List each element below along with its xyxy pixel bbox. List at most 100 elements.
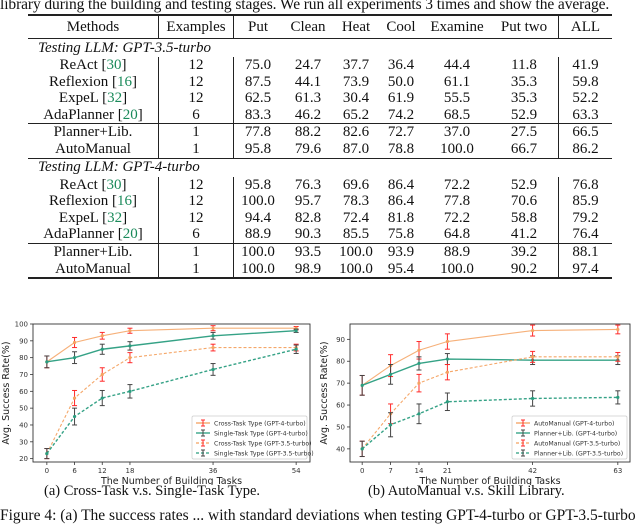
method-name: AdaPlanner — [43, 226, 115, 243]
y-tick-label: 80 — [336, 358, 345, 366]
value-cell: 90.2 — [490, 260, 559, 280]
series-0 — [44, 325, 299, 369]
data-point — [100, 347, 104, 351]
value-cell: 79.6 — [282, 140, 334, 159]
value-cell: 76.3 — [294, 176, 322, 193]
citation-link[interactable]: 20 — [123, 226, 138, 242]
legend-label: Planner+Lib. (GPT-3.5-turbo) — [534, 450, 623, 457]
value-cell: 58.8 — [490, 209, 559, 227]
series-1 — [359, 353, 621, 396]
value-cell: 75.0 — [244, 57, 272, 73]
data-point — [128, 356, 132, 360]
citation-link[interactable]: 16 — [117, 74, 132, 90]
figure-caption: Figure 4: (a) The success rates ... with… — [0, 507, 636, 524]
value-cell: 100.0 — [233, 260, 282, 280]
value-cell: 37.7 — [342, 57, 370, 73]
value-cell: 98.9 — [282, 260, 334, 280]
value-cell: 70.6 — [490, 193, 559, 210]
value-cell: 61.9 — [387, 90, 415, 107]
data-point — [417, 412, 421, 416]
examples-cell: 12 — [158, 90, 234, 107]
method-name: AdaPlanner — [43, 106, 115, 123]
x-tick-label: 7 — [388, 467, 392, 475]
y-tick-label: 70 — [19, 371, 28, 379]
examples-cell: 12 — [158, 73, 234, 91]
section-label-row: Testing LLM: GPT-4-turbo — [28, 158, 612, 177]
citation-link[interactable]: 16 — [117, 193, 132, 209]
y-tick-label: 50 — [19, 405, 28, 413]
value-cell: 52.9 — [490, 106, 559, 125]
value-cell: 87.5 — [244, 73, 272, 90]
data-point — [417, 348, 421, 352]
value-cell: 100.0 — [424, 140, 490, 159]
header-all: ALL — [558, 14, 612, 39]
method-name: ReAct — [59, 176, 98, 193]
header-heat: Heat — [334, 14, 378, 39]
citation-link[interactable]: 30 — [107, 177, 122, 193]
method-cell: AutoManual — [28, 140, 159, 159]
data-point — [360, 447, 364, 451]
citation-link[interactable]: 30 — [107, 57, 122, 73]
citation-link[interactable]: 32 — [107, 210, 122, 226]
header-clean: Clean — [282, 14, 334, 39]
value-cell: 69.6 — [342, 176, 370, 193]
data-point — [100, 334, 104, 338]
citation: [16] — [108, 193, 137, 210]
y-tick-label: 20 — [19, 455, 28, 463]
value-cell: 78.8 — [378, 140, 424, 159]
value-cell: 100.0 — [241, 243, 275, 260]
value-cell: 85.9 — [572, 193, 599, 210]
table-row: Planner+Lib. 1 77.8 88.2 82.6 72.7 37.0 27.5 66.… — [28, 123, 612, 141]
x-tick-label: 0 — [360, 467, 364, 475]
series-line — [46, 330, 297, 363]
data-point — [445, 370, 449, 374]
method-cell: ReAct [30] — [28, 57, 159, 74]
value-cell: 68.5 — [424, 106, 490, 125]
x-tick-label: 18 — [125, 467, 134, 475]
examples-cell: 1 — [158, 123, 234, 141]
data-point — [128, 344, 132, 348]
value-cell: 72.7 — [387, 124, 415, 141]
citation-link[interactable]: 32 — [107, 90, 122, 106]
citation-link[interactable]: 20 — [123, 107, 138, 123]
header-put: Put — [233, 14, 282, 39]
value-cell: 27.5 — [490, 123, 559, 141]
value-cell: 88.1 — [572, 243, 599, 260]
method-cell: Reflexion [16] — [28, 193, 159, 210]
value-cell: 11.8 — [490, 57, 559, 74]
value-cell: 81.8 — [387, 209, 415, 226]
examples-cell: 12 — [158, 193, 234, 210]
data-point — [45, 451, 49, 456]
chart-b-svg: 4050607080900 7 14 21 42 63The Number of Buil… — [319, 323, 631, 487]
value-cell: 85.5 — [334, 226, 378, 244]
header-put-two: Put two — [490, 14, 559, 39]
examples-cell: 6 — [158, 106, 234, 125]
series-line — [361, 358, 618, 386]
table-row: Reflexion [16] 12 100.0 95.7 78.3 86.4 77.8 70.… — [28, 193, 612, 210]
data-point — [294, 329, 298, 333]
value-cell: 82.6 — [342, 124, 370, 141]
citation: [32] — [98, 209, 128, 226]
value-cell: 82.8 — [294, 209, 322, 226]
chart-b: 40 50 60 70 80 90 0 7 14 21 42 63 The Number of Buil… — [319, 310, 640, 490]
value-cell: 100.0 — [334, 260, 378, 280]
x-tick-label: 0 — [45, 467, 49, 475]
series-1 — [44, 328, 299, 369]
method-name: Planner+Lib. — [53, 124, 133, 141]
y-tick-label: 40 — [336, 445, 345, 453]
method-cell: AdaPlanner [20] — [28, 226, 159, 244]
value-cell: 86.2 — [558, 140, 612, 159]
table-row: AutoManual 1 100.0 98.9 100.0 95.4 100.0 90.2 97… — [28, 260, 612, 280]
table-row: ExpeL [32] 12 94.4 82.8 72.4 81.8 72.2 58.8 79.2 — [28, 209, 612, 227]
value-cell: 65.2 — [334, 106, 378, 125]
value-cell: 94.4 — [244, 209, 272, 226]
data-point — [72, 414, 77, 419]
value-cell: 74.2 — [378, 106, 424, 125]
value-cell: 55.5 — [443, 90, 471, 107]
data-point — [616, 327, 620, 332]
value-cell: 90.3 — [282, 226, 334, 244]
header-methods: Methods — [28, 14, 159, 39]
value-cell: 59.8 — [572, 73, 599, 90]
value-cell: 44.1 — [294, 73, 322, 90]
value-cell: 52.2 — [572, 90, 599, 107]
